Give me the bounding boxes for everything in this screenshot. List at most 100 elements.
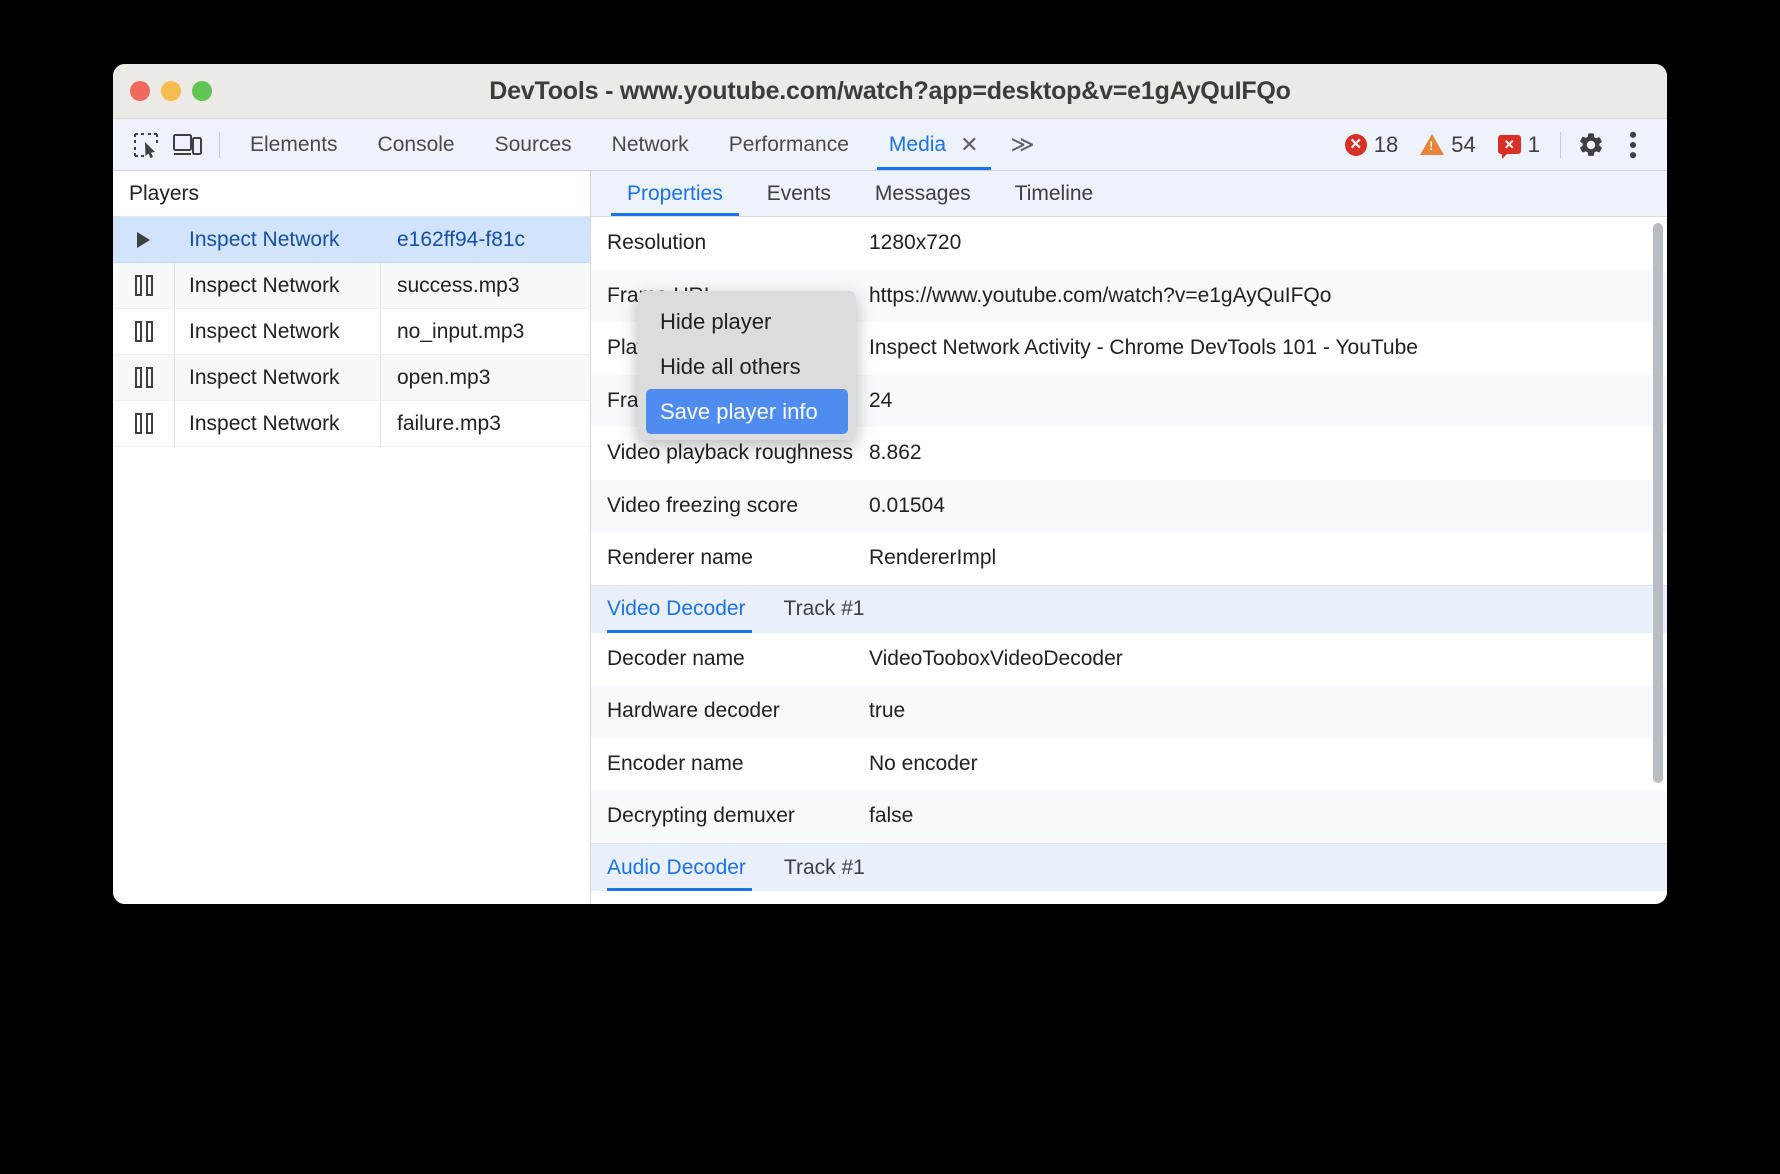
play-icon bbox=[113, 231, 174, 248]
property-key: Resolution bbox=[607, 231, 707, 254]
toolbar-divider bbox=[219, 131, 220, 158]
pause-icon bbox=[113, 413, 174, 434]
player-name: no_input.mp3 bbox=[380, 309, 590, 354]
tab-timeline[interactable]: Timeline bbox=[993, 171, 1116, 216]
property-row: Renderer name RendererImpl bbox=[591, 532, 1667, 585]
issue-icon: ✕ bbox=[1497, 135, 1521, 159]
property-row: Hardware decoder true bbox=[591, 685, 1667, 738]
window-titlebar: DevTools - www.youtube.com/watch?app=des… bbox=[113, 64, 1667, 119]
device-toolbar-icon[interactable] bbox=[167, 125, 209, 165]
property-value: No encoder bbox=[869, 751, 978, 775]
player-inspect-link[interactable]: Inspect Network bbox=[174, 217, 380, 262]
player-row-1[interactable]: Inspect Network success.mp3 bbox=[113, 263, 590, 309]
tab-media[interactable]: Media ✕ bbox=[869, 119, 999, 170]
tab-performance[interactable]: Performance bbox=[709, 119, 869, 170]
pause-icon bbox=[113, 321, 174, 342]
player-name: failure.mp3 bbox=[380, 401, 590, 446]
close-icon[interactable]: ✕ bbox=[960, 133, 978, 156]
toolbar-right-controls: ✕ 18 54 ✕ 1 bbox=[1335, 125, 1667, 165]
tab-elements[interactable]: Elements bbox=[230, 119, 358, 170]
warning-icon bbox=[1420, 134, 1445, 155]
property-key: Encoder name bbox=[607, 751, 744, 775]
player-inspect-link[interactable]: Inspect Network bbox=[174, 263, 380, 308]
devtools-window: DevTools - www.youtube.com/watch?app=des… bbox=[113, 64, 1667, 904]
inspect-element-icon[interactable] bbox=[125, 125, 167, 165]
tab-video-decoder[interactable]: Video Decoder bbox=[607, 586, 762, 633]
property-key: Decoder name bbox=[607, 646, 745, 670]
player-name: open.mp3 bbox=[380, 355, 590, 400]
window-title: DevTools - www.youtube.com/watch?app=des… bbox=[489, 76, 1291, 105]
audio-decoder-section-tabs: Audio Decoder Track #1 bbox=[591, 843, 1667, 892]
player-inspect-link[interactable]: Inspect Network bbox=[174, 355, 380, 400]
issue-count-badge[interactable]: ✕ 1 bbox=[1488, 131, 1550, 159]
pause-icon bbox=[113, 275, 174, 296]
tab-events[interactable]: Events bbox=[745, 171, 853, 216]
window-traffic-lights[interactable] bbox=[130, 81, 212, 101]
property-row: Resolution 1280x720 bbox=[591, 217, 1667, 270]
property-key: Video playback roughness bbox=[607, 441, 853, 465]
menu-item-hide-all-others[interactable]: Hide all others bbox=[638, 344, 856, 389]
property-row: Encoder name No encoder bbox=[591, 738, 1667, 791]
tab-sources[interactable]: Sources bbox=[475, 119, 592, 170]
details-tabs: Properties Events Messages Timeline bbox=[591, 171, 1667, 217]
player-inspect-link[interactable]: Inspect Network bbox=[174, 401, 380, 446]
tab-label: Sources bbox=[494, 132, 572, 156]
property-row: Decrypting demuxer false bbox=[591, 790, 1667, 844]
tab-audio-track-1[interactable]: Track #1 bbox=[784, 844, 881, 891]
tab-messages[interactable]: Messages bbox=[853, 171, 993, 216]
error-count-badge[interactable]: ✕ 18 bbox=[1335, 132, 1408, 158]
player-name: e162ff94-f81c bbox=[397, 227, 526, 251]
property-key: Video freezing score bbox=[607, 493, 799, 517]
more-tabs-icon[interactable]: ≫ bbox=[999, 133, 1047, 156]
tab-label: Video Decoder bbox=[607, 597, 746, 621]
pause-icon bbox=[113, 367, 174, 388]
tab-label: Console bbox=[377, 132, 455, 156]
property-key: Hardware decoder bbox=[607, 699, 780, 723]
tab-network[interactable]: Network bbox=[592, 119, 709, 170]
player-row-3[interactable]: Inspect Network open.mp3 bbox=[113, 355, 590, 401]
property-value: 1280x720 bbox=[869, 231, 962, 254]
maximize-window-button[interactable] bbox=[192, 81, 212, 101]
tab-label: Messages bbox=[874, 181, 971, 205]
menu-item-save-player-info[interactable]: Save player info bbox=[646, 389, 848, 434]
tab-label: Audio Decoder bbox=[607, 855, 746, 879]
close-window-button[interactable] bbox=[130, 81, 150, 101]
tab-video-track-1[interactable]: Track #1 bbox=[784, 586, 881, 633]
tab-label: Events bbox=[766, 181, 831, 205]
gear-icon[interactable] bbox=[1571, 125, 1611, 165]
warning-count-badge[interactable]: 54 bbox=[1410, 132, 1485, 158]
property-value: Inspect Network Activity - Chrome DevToo… bbox=[869, 336, 1418, 360]
devtools-body: Players Inspect Network e162ff94-f81c In… bbox=[113, 171, 1667, 904]
devtools-toolbar: Elements Console Sources Network Perform… bbox=[113, 119, 1667, 171]
properties-scrollbar[interactable] bbox=[1653, 223, 1663, 838]
screenshot-stage: DevTools - www.youtube.com/watch?app=des… bbox=[0, 0, 1780, 1174]
error-count: 18 bbox=[1373, 131, 1399, 157]
issue-count: 1 bbox=[1527, 131, 1540, 157]
tab-label: Track #1 bbox=[783, 597, 865, 621]
player-row-0[interactable]: Inspect Network e162ff94-f81c bbox=[113, 217, 590, 263]
menu-item-hide-player[interactable]: Hide player bbox=[638, 299, 856, 344]
players-panel: Players Inspect Network e162ff94-f81c In… bbox=[113, 171, 591, 904]
property-key: Decrypting demuxer bbox=[607, 804, 795, 828]
panel-tabs: Elements Console Sources Network Perform… bbox=[230, 119, 1047, 170]
tab-properties[interactable]: Properties bbox=[605, 171, 745, 216]
player-row-2[interactable]: Inspect Network no_input.mp3 bbox=[113, 309, 590, 355]
scrollbar-thumb[interactable] bbox=[1653, 223, 1663, 783]
tab-label: Timeline bbox=[1014, 181, 1094, 205]
tab-label: Media bbox=[888, 132, 947, 156]
player-row-4[interactable]: Inspect Network failure.mp3 bbox=[113, 401, 590, 447]
player-context-menu: Hide player Hide all others Save player … bbox=[638, 291, 856, 440]
minimize-window-button[interactable] bbox=[161, 81, 181, 101]
property-value: RendererImpl bbox=[869, 546, 997, 570]
tab-label: Track #1 bbox=[783, 855, 865, 879]
tab-console[interactable]: Console bbox=[358, 119, 475, 170]
error-icon: ✕ bbox=[1344, 133, 1367, 156]
details-panel: Properties Events Messages Timeline Reso… bbox=[591, 171, 1667, 904]
property-value: 8.862 bbox=[869, 441, 922, 465]
property-value: https://www.youtube.com/watch?v=e1gAyQuI… bbox=[869, 283, 1332, 307]
tab-label: Properties bbox=[627, 181, 723, 205]
kebab-menu-icon[interactable] bbox=[1613, 125, 1653, 165]
player-inspect-link[interactable]: Inspect Network bbox=[174, 309, 380, 354]
player-name: success.mp3 bbox=[380, 263, 590, 308]
tab-audio-decoder[interactable]: Audio Decoder bbox=[607, 844, 762, 892]
